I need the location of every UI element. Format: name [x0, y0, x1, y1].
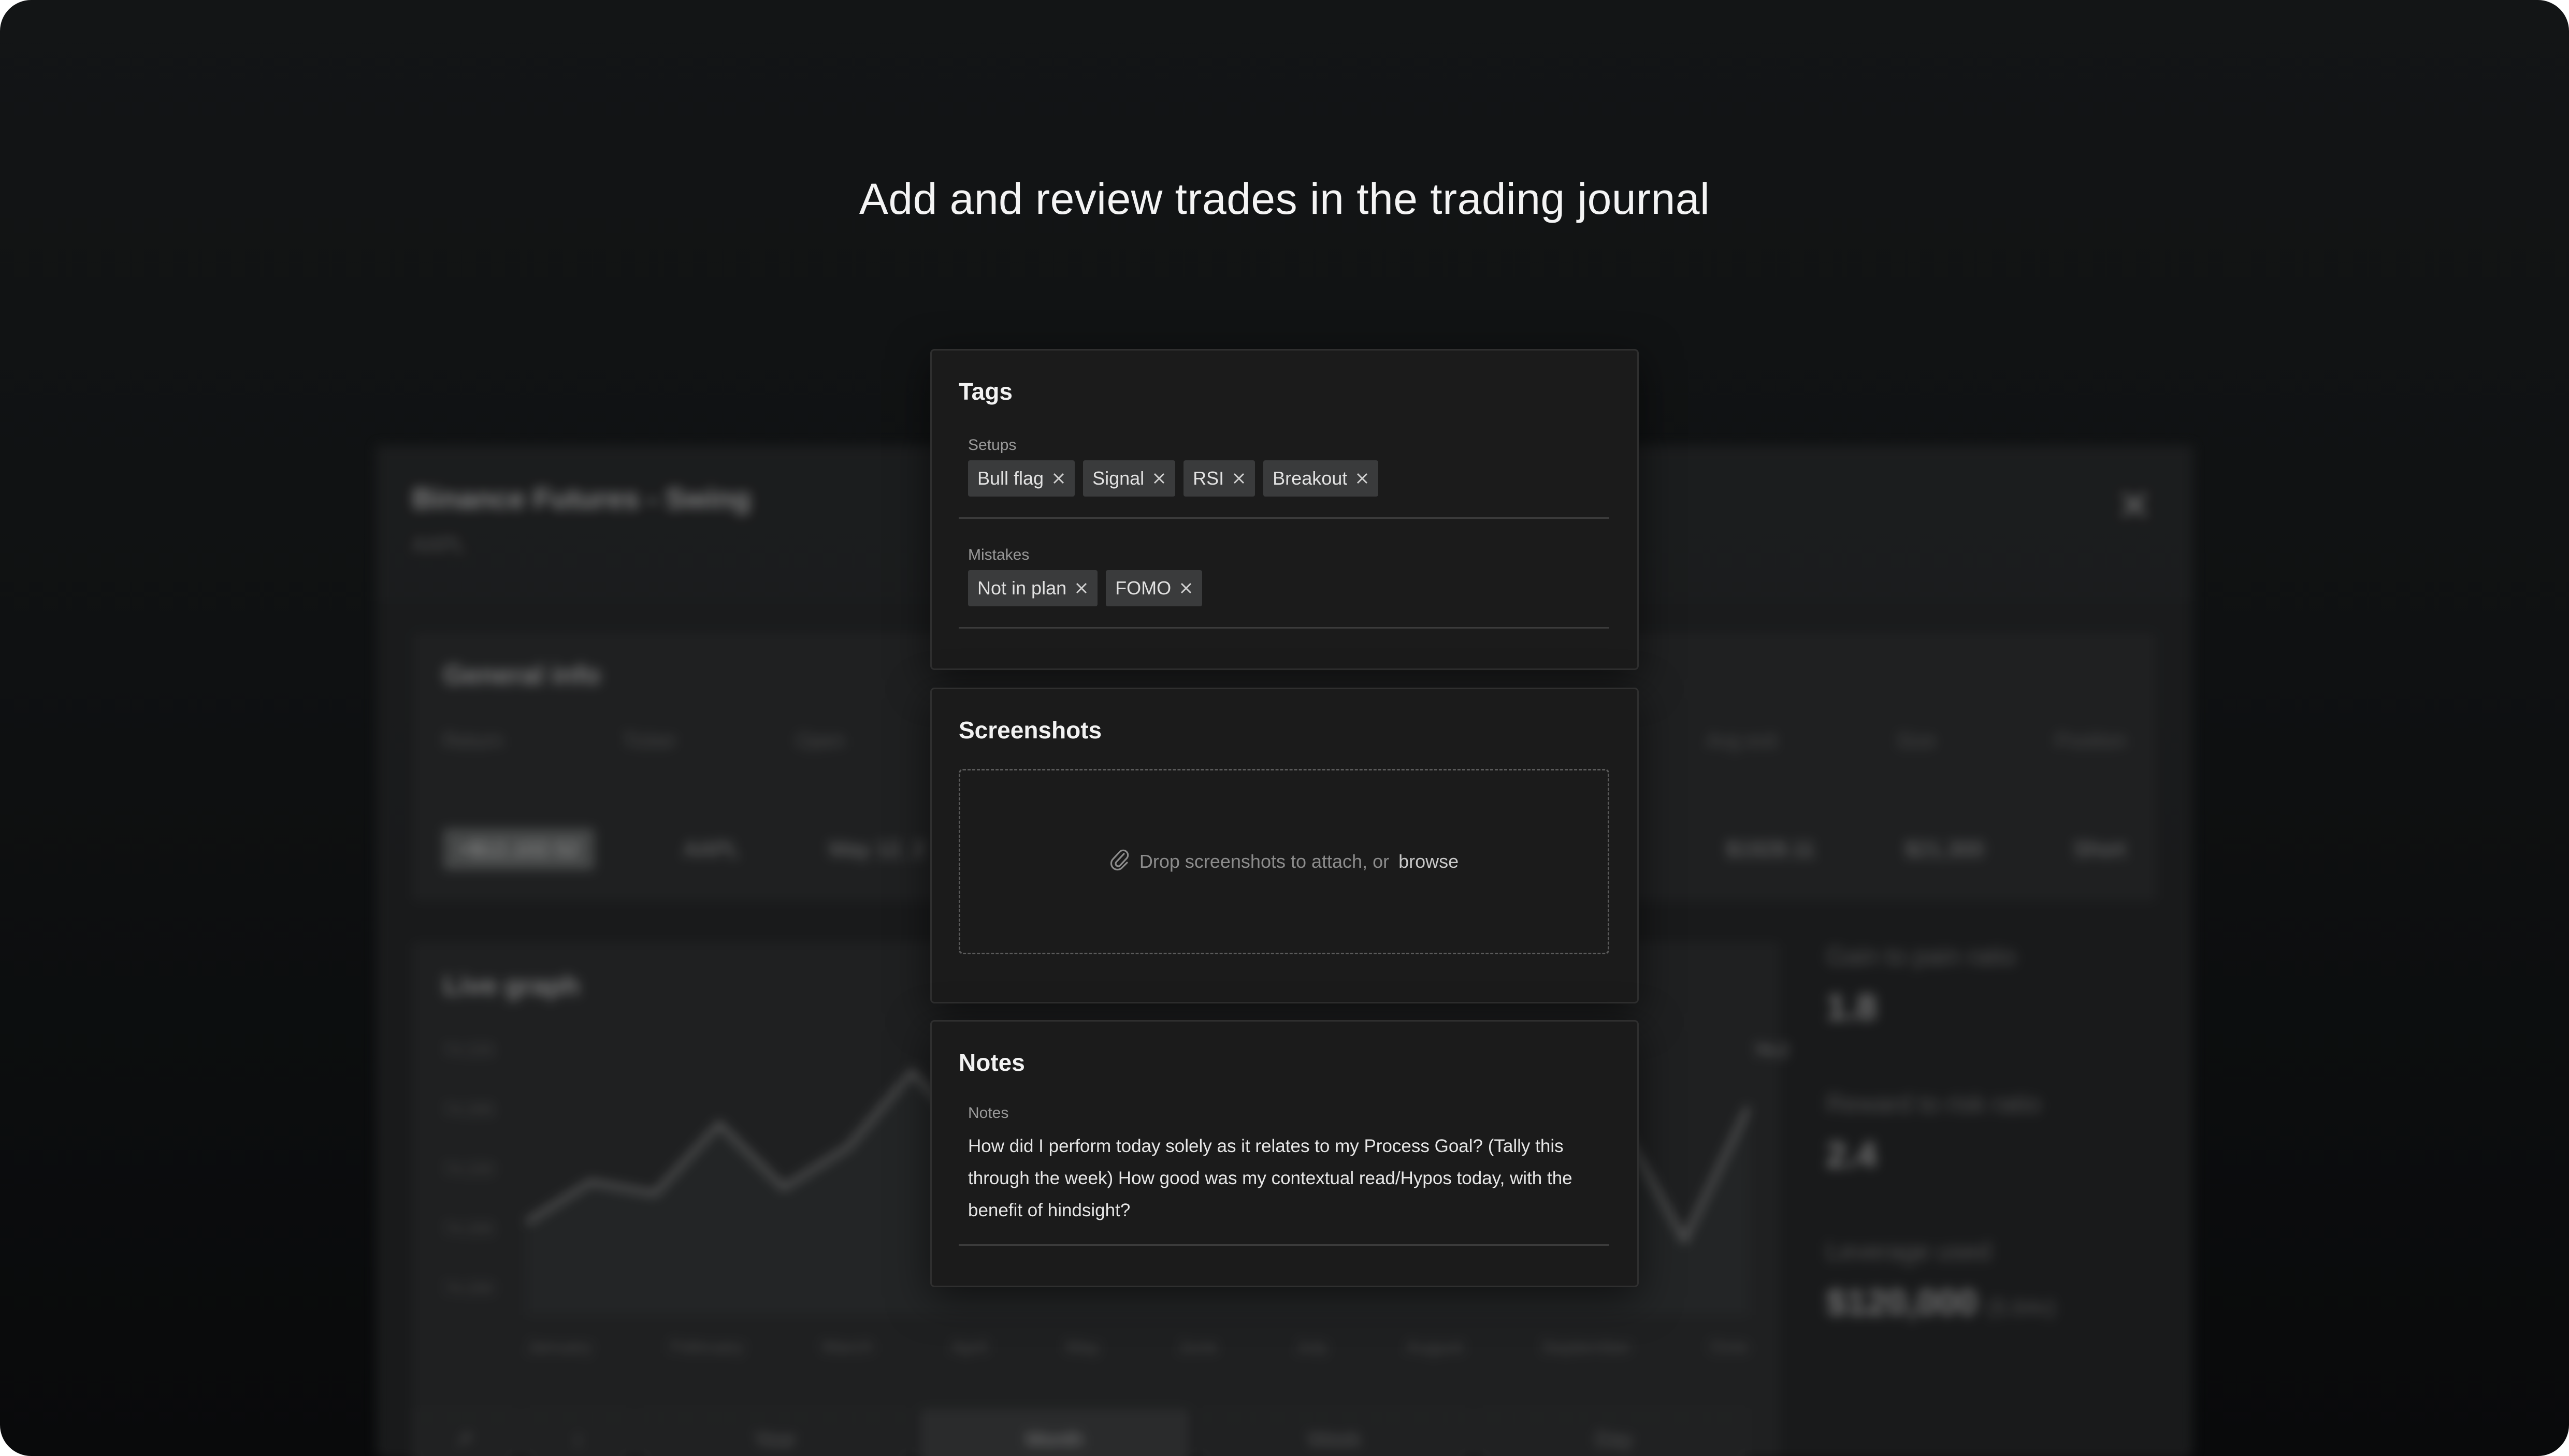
tags-title: Tags	[959, 378, 1013, 405]
remove-tag-icon[interactable]	[1052, 472, 1065, 485]
tag-label: Breakout	[1273, 468, 1348, 489]
drop-instructions: Drop screenshots to attach, or	[1139, 851, 1390, 872]
table-cell: $21,300	[1905, 837, 1984, 861]
tag-label: FOMO	[1115, 577, 1172, 599]
reward-to-risk-label: Reward to risk ratio	[1826, 1090, 2041, 1118]
notes-field-underline	[959, 1244, 1609, 1246]
notes-panel: Notes Notes How did I perform today sole…	[930, 1020, 1639, 1287]
table-cell: AAPL	[684, 837, 740, 861]
table-cell: $1928.11	[1726, 837, 1815, 861]
screenshot-dropzone[interactable]: Drop screenshots to attach, or browse	[959, 769, 1609, 954]
mistakes-tags: Not in plan FOMO	[968, 570, 1203, 606]
column-header: Open	[796, 730, 845, 752]
tag-label: Bull flag	[977, 468, 1044, 489]
table-cell: Short	[2073, 837, 2126, 861]
leverage-amount: $120,000	[1826, 1282, 1978, 1322]
x-tick-label: September	[1540, 1336, 1632, 1357]
x-tick-label: January	[526, 1336, 593, 1357]
remove-tag-icon[interactable]	[1179, 581, 1193, 595]
return-badge: +$12,102.52	[443, 828, 594, 870]
x-tick-label: April	[950, 1336, 988, 1357]
x-tick-label: June	[1177, 1336, 1218, 1357]
timeframe-year[interactable]: Year	[640, 1408, 910, 1456]
setups-label: Setups	[968, 436, 1017, 454]
tag-not-in-plan[interactable]: Not in plan	[968, 570, 1098, 606]
candle-chart-icon: ↕	[573, 1428, 583, 1451]
line-chart-icon: ↗	[455, 1428, 473, 1451]
column-header: Ticker	[623, 730, 676, 752]
screenshots-panel: Screenshots Drop screenshots to attach, …	[930, 688, 1639, 1003]
x-tick-label: August	[1405, 1336, 1464, 1357]
tag-rsi[interactable]: RSI	[1184, 460, 1255, 497]
candle-chart-toggle[interactable]: ↕	[526, 1408, 630, 1456]
notes-title: Notes	[959, 1049, 1025, 1076]
mistakes-label: Mistakes	[968, 546, 1030, 563]
column-header: Return	[443, 730, 503, 752]
column-header: Avg exit	[1707, 730, 1777, 752]
line-chart-toggle[interactable]: ↗	[412, 1408, 516, 1456]
x-tick-label: March	[821, 1336, 874, 1357]
page-headline: Add and review trades in the trading jou…	[859, 174, 1710, 223]
notes-field-label: Notes	[968, 1104, 1009, 1122]
tag-bull-flag[interactable]: Bull flag	[968, 460, 1075, 497]
mistakes-field-underline	[959, 627, 1609, 629]
x-tick-label: February	[670, 1336, 745, 1357]
tag-label: Signal	[1092, 468, 1145, 489]
screen: Binance Futures - Swing AAPL ✕ General i…	[0, 0, 2569, 1456]
graph-y-axis: 74.225 74.205 74.220 74.205 74.200	[443, 1041, 494, 1298]
tag-label: Not in plan	[977, 577, 1067, 599]
table-cell: May 12, 2	[829, 837, 925, 861]
timeframe-week[interactable]: Week	[1200, 1408, 1469, 1456]
y-tick-label: 74.200	[443, 1279, 494, 1298]
paperclip-icon	[1109, 848, 1130, 876]
y-tick-label: 74.225	[443, 1041, 494, 1059]
browse-link[interactable]: browse	[1398, 851, 1459, 872]
screenshots-title: Screenshots	[959, 717, 1102, 744]
setups-tags: Bull flag Signal RSI Breakout	[968, 460, 1379, 497]
leverage-label: Leverage used	[1826, 1238, 1991, 1265]
remove-tag-icon[interactable]	[1355, 472, 1369, 485]
reward-to-risk-value: 2.4	[1826, 1134, 1877, 1175]
leverage-value: $120,000 (5.64x)	[1826, 1282, 2137, 1323]
gain-to-pain-value: 1.8	[1826, 987, 1877, 1027]
general-info-title: General info	[443, 660, 601, 690]
y-tick-label: 74.205	[443, 1100, 494, 1119]
column-header: Size	[1897, 730, 1936, 752]
x-tick-label: Octo	[1709, 1336, 1749, 1357]
notes-textarea[interactable]: How did I perform today solely as it rel…	[968, 1130, 1610, 1227]
graph-x-axis: January February March April May June Ju…	[526, 1336, 1749, 1358]
tag-label: RSI	[1193, 468, 1224, 489]
leverage-multiplier: (5.64x)	[1987, 1295, 2056, 1319]
close-icon[interactable]: ✕	[2117, 482, 2152, 530]
graph-toolbar: ↗ ↕ Year Month Week Day	[412, 1408, 1780, 1456]
timeframe-day[interactable]: Day	[1479, 1408, 1749, 1456]
timeframe-month[interactable]: Month	[920, 1408, 1189, 1456]
setups-field-underline	[959, 517, 1609, 519]
column-header: Position	[2055, 730, 2126, 752]
tag-breakout[interactable]: Breakout	[1263, 460, 1379, 497]
x-tick-label: May	[1065, 1336, 1101, 1357]
trade-window-ticker: AAPL	[412, 533, 466, 556]
tags-panel: Tags Setups Bull flag Signal RSI Breakou…	[930, 349, 1639, 670]
graph-peak-label: 74.2	[1754, 1041, 1788, 1060]
trade-stats: Gain to pain ratio 1.8 Reward to risk ra…	[1826, 942, 2137, 1385]
x-tick-label: July	[1295, 1336, 1329, 1357]
y-tick-label: 74.220	[443, 1160, 494, 1178]
remove-tag-icon[interactable]	[1232, 472, 1246, 485]
tag-fomo[interactable]: FOMO	[1106, 570, 1203, 606]
tag-signal[interactable]: Signal	[1083, 460, 1176, 497]
remove-tag-icon[interactable]	[1075, 581, 1088, 595]
y-tick-label: 74.205	[443, 1219, 494, 1238]
gain-to-pain-label: Gain to pain ratio	[1826, 943, 2016, 970]
trade-window-title: Binance Futures - Swing	[412, 482, 751, 515]
live-graph-title: Live graph	[443, 971, 580, 1001]
remove-tag-icon[interactable]	[1152, 472, 1166, 485]
